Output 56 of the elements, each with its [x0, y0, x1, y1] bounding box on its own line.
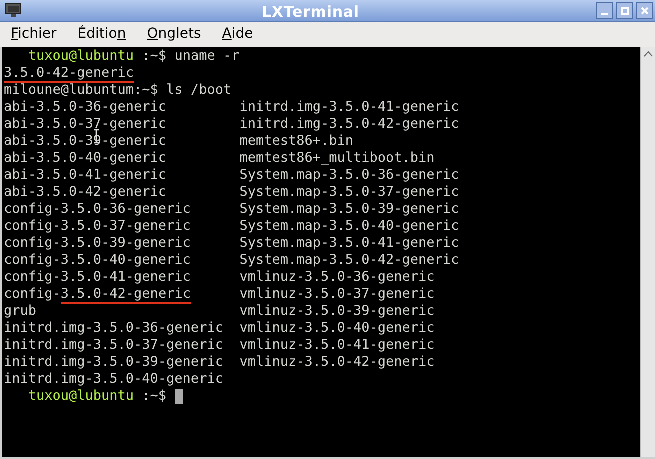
monitor-icon [5, 3, 22, 18]
menu-item[interactable]: Aide [220, 24, 256, 45]
file-name: config-3.5.0-36-generic [4, 201, 191, 218]
window-title: LXTerminal [262, 2, 360, 23]
file-name: initrd.img-3.5.0-37-generic [4, 337, 224, 354]
command-text: uname -r [174, 48, 240, 65]
scrollbar[interactable] [640, 47, 655, 457]
file-name: config-3.5.0-39-generic [4, 235, 191, 252]
file-name: initrd.img-3.5.0-41-generic [240, 99, 460, 116]
terminal-line: miloune@lubuntum:~$ ls /boot [4, 82, 232, 99]
scroll-up-icon[interactable] [644, 51, 652, 57]
file-name: grub [4, 303, 37, 320]
file-name: vmlinuz-3.5.0-40-generic [240, 320, 435, 337]
file-name: abi-3.5.0-40-generic [4, 150, 167, 167]
file-name: abi-3.5.0-36-generic [4, 99, 167, 116]
file-name: System.map-3.5.0-40-generic [240, 218, 460, 235]
file-name: config-3.5.0-40-generic [4, 252, 191, 269]
file-name: System.map-3.5.0-37-generic [240, 184, 460, 201]
maximize-button[interactable] [616, 2, 633, 19]
menu-item[interactable]: Édition [76, 24, 128, 45]
prompt-path: :~$ [142, 48, 167, 65]
file-name: vmlinuz-3.5.0-36-generic [240, 269, 435, 286]
file-name: memtest86+_multiboot.bin [240, 150, 435, 167]
file-name: abi-3.5.0-41-generic [4, 167, 167, 184]
file-name: vmlinuz-3.5.0-37-generic [240, 286, 435, 303]
terminal-area[interactable] [2, 47, 640, 457]
file-name: 3.5.0-42-generic [60, 286, 191, 304]
close-icon [640, 6, 648, 14]
minimize-icon [601, 13, 608, 15]
file-name: System.map-3.5.0-36-generic [240, 167, 460, 184]
file-name: config-3.5.0-37-generic [4, 218, 191, 235]
file-name: vmlinuz-3.5.0-41-generic [240, 337, 435, 354]
file-name: initrd.img-3.5.0-40-generic [4, 371, 224, 388]
file-name: 3.5.0-42-generic [4, 65, 134, 83]
file-name: memtest86+.bin [240, 133, 354, 150]
menu-item[interactable]: Onglets [145, 24, 204, 45]
maximize-icon [620, 6, 628, 14]
file-name: abi-3.5.0-39-generic [4, 133, 167, 150]
file-name: vmlinuz-3.5.0-39-generic [240, 303, 435, 320]
file-name: initrd.img-3.5.0-39-generic [4, 354, 224, 371]
prompt-user: tuxou@lubuntu [28, 388, 134, 405]
file-name: config- [4, 286, 61, 303]
file-name: System.map-3.5.0-41-generic [240, 235, 460, 252]
close-button[interactable] [636, 2, 653, 19]
file-name: System.map-3.5.0-42-generic [240, 252, 460, 269]
prompt-path: :~$ [142, 388, 167, 405]
menu-item[interactable]: Fichier [9, 24, 59, 45]
file-name: abi-3.5.0-37-generic [4, 116, 167, 133]
file-name: initrd.img-3.5.0-42-generic [240, 116, 460, 133]
file-name: vmlinuz-3.5.0-42-generic [240, 354, 435, 371]
prompt-user: tuxou@lubuntu [28, 48, 134, 65]
file-name: initrd.img-3.5.0-36-generic [4, 320, 224, 337]
file-name: System.map-3.5.0-39-generic [240, 201, 460, 218]
file-name: config-3.5.0-41-generic [4, 269, 191, 286]
minimize-button[interactable] [596, 2, 613, 19]
file-name: abi-3.5.0-42-generic [4, 184, 167, 201]
